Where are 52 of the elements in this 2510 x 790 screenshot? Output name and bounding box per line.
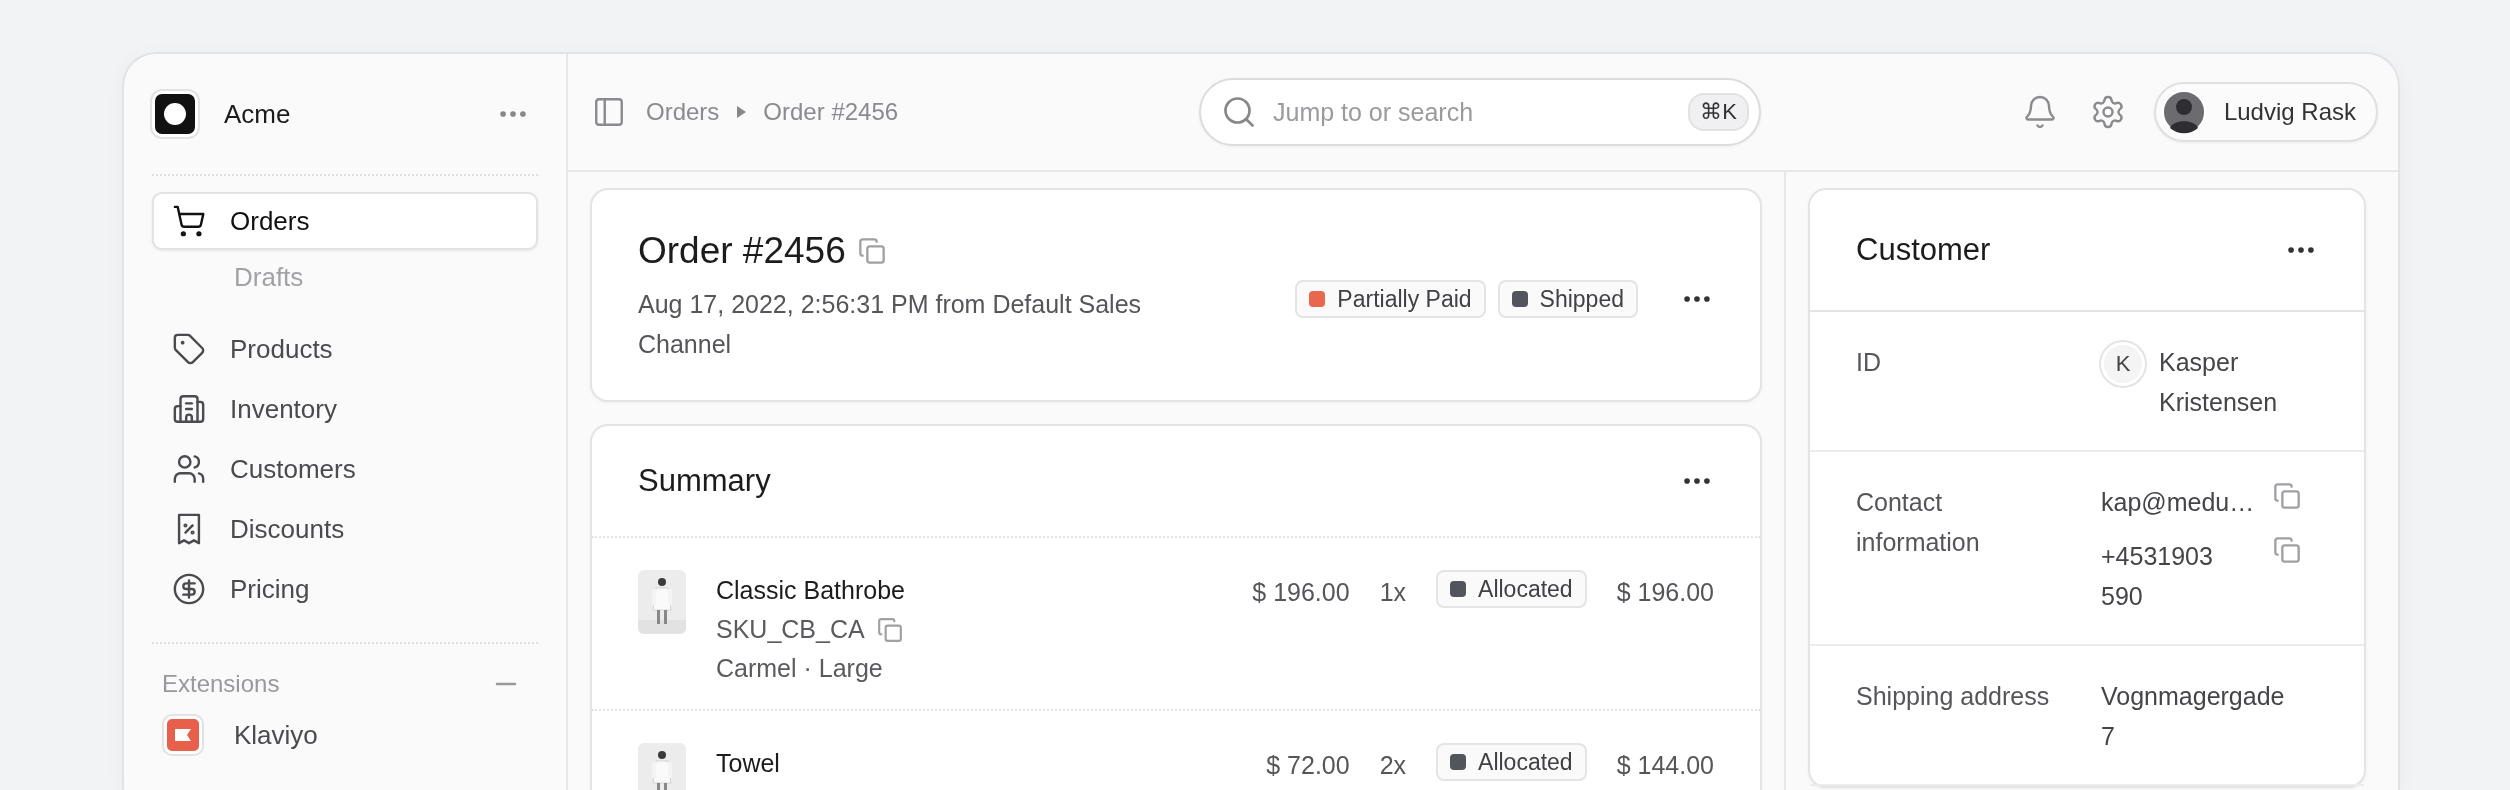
workspace-logo: [152, 91, 198, 137]
building-icon: [172, 392, 206, 426]
address-text: Vognmagergade 7: [2101, 681, 2286, 752]
nav-item[interactable]: Discounts: [152, 500, 538, 558]
contact-value: +4531903590: [2101, 541, 2214, 612]
status-text: Allocated: [1478, 575, 1573, 603]
field-label: ID: [1856, 347, 1882, 378]
search-field[interactable]: Jump to or search: [1271, 96, 1675, 128]
product-variant: Carmel · Large: [716, 654, 884, 683]
line-total: $ 196.00: [1616, 577, 1714, 607]
contact-value: kap@medu…: [2101, 487, 2255, 518]
tag-icon: [172, 332, 206, 366]
product-name: Towel: [716, 749, 781, 778]
product-sku: SKU_CB_CA: [716, 615, 865, 644]
product-name: Classic Bathrobe: [716, 576, 906, 605]
unit-price: $ 72.00: [1266, 750, 1350, 780]
field-label: Contact information: [1856, 487, 1981, 558]
nav-item[interactable]: Orders: [152, 192, 538, 250]
search-bar[interactable]: Jump to or search ⌘K: [1199, 78, 1761, 146]
nav-item[interactable]: Products: [152, 320, 538, 378]
status-text: Shipped: [1539, 285, 1624, 313]
nav-item[interactable]: Customers: [152, 440, 538, 498]
card-title: Summary: [638, 463, 771, 499]
user-menu-button[interactable]: Ludvig Rask: [2153, 82, 2378, 142]
nav-item[interactable]: Inventory: [152, 380, 538, 438]
quantity: 1x: [1379, 577, 1407, 607]
customer-name: Kasper Kristensen: [2159, 347, 2279, 418]
card-title: Customer: [1856, 232, 1991, 268]
initial-avatar: K: [2101, 342, 2145, 386]
workspace-name: Acme: [224, 98, 292, 130]
dollar-icon: [172, 572, 206, 606]
field-label: Shipping address: [1856, 681, 2051, 712]
copy-icon[interactable]: [857, 237, 886, 265]
copy-icon[interactable]: [876, 616, 903, 643]
avatar-icon: [2161, 90, 2206, 134]
search-icon: [1221, 94, 1257, 130]
status-text: Partially Paid: [1337, 285, 1472, 313]
people-icon: [172, 452, 206, 486]
caret-icon: [735, 105, 748, 119]
section-title: Extensions: [162, 670, 280, 698]
quantity: 2x: [1379, 750, 1407, 780]
status-text: Allocated: [1478, 748, 1573, 776]
copy-icon[interactable]: [2273, 536, 2301, 564]
extension-item[interactable]: Klaviyo: [152, 706, 538, 764]
cart-icon: [172, 204, 206, 238]
unit-price: $ 196.00: [1252, 577, 1350, 607]
copy-icon[interactable]: [2273, 482, 2301, 510]
nav-item[interactable]: Pricing: [152, 560, 538, 618]
shortcut-key: ⌘K: [1688, 93, 1749, 131]
line-total: $ 144.00: [1616, 750, 1714, 780]
order-subtitle: Aug 17, 2022, 2:56:31 PM from Default Sales Channel: [638, 289, 1143, 360]
order-title: Order #2456: [638, 230, 846, 272]
